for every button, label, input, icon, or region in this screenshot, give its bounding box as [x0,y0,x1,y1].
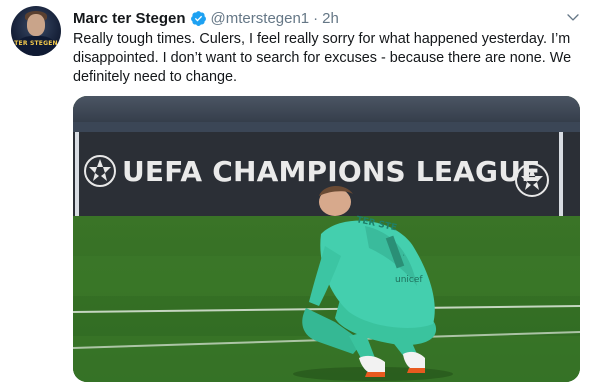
jersey-sponsor: unicef [395,275,423,285]
avatar-text: TER STEGEN [14,40,58,47]
handle[interactable]: @mterstegen1 [211,10,310,27]
display-name[interactable]: Marc ter Stegen [73,10,186,27]
banner-left-edge [75,132,79,216]
timestamp[interactable]: 2h [322,10,339,27]
chevron-down-icon[interactable] [565,9,581,25]
banner-text: UEFA CHAMPIONS LEAGUE [122,155,541,188]
separator: · [313,9,319,27]
avatar-face [27,14,45,36]
verified-badge-icon [190,10,206,26]
avatar[interactable]: TER STEGEN [11,6,61,56]
stadium-roof-band [73,122,580,132]
banner-right-edge [559,132,563,216]
tweet-photo[interactable]: UEFA CHAMPIONS LEAGUE TER STE 1 unicef [73,96,580,382]
tweet-header: Marc ter Stegen @mterstegen1 · 2h [73,8,339,28]
tweet: TER STEGEN Marc ter Stegen @mterstegen1 … [0,0,593,391]
photo-scene: UEFA CHAMPIONS LEAGUE TER STE 1 unicef [73,96,580,382]
tweet-text: Really tough times. Culers, I feel reall… [73,31,572,85]
